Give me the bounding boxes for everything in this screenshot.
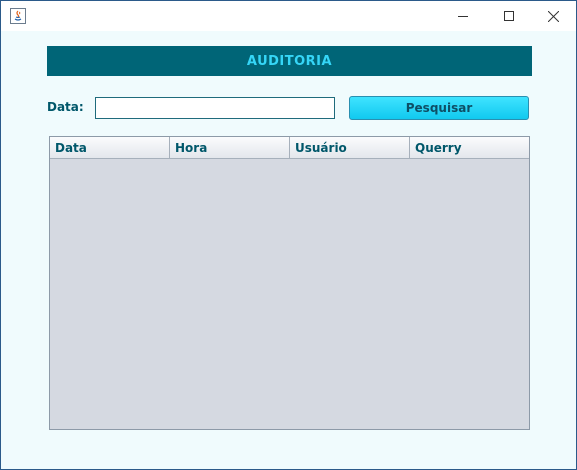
close-button[interactable] xyxy=(530,1,576,31)
header-banner: AUDITORIA xyxy=(47,46,532,76)
search-button[interactable]: Pesquisar xyxy=(349,96,529,120)
minimize-icon xyxy=(458,16,468,17)
column-header-querry[interactable]: Querry xyxy=(410,137,529,159)
close-icon xyxy=(547,10,559,22)
column-header-hora[interactable]: Hora xyxy=(170,137,290,159)
page-title: AUDITORIA xyxy=(246,53,333,69)
content-panel: AUDITORIA Data: Pesquisar Data Hora Usuá… xyxy=(1,31,576,469)
java-app-icon[interactable] xyxy=(10,8,26,24)
column-header-usuario[interactable]: Usuário xyxy=(290,137,410,159)
table-body[interactable] xyxy=(50,159,529,429)
date-label: Data: xyxy=(47,100,84,114)
table-header: Data Hora Usuário Querry xyxy=(50,137,529,159)
maximize-button[interactable] xyxy=(486,1,532,31)
column-header-data[interactable]: Data xyxy=(50,137,170,159)
audit-table: Data Hora Usuário Querry xyxy=(49,136,530,430)
date-input[interactable] xyxy=(95,97,335,119)
minimize-button[interactable] xyxy=(440,1,486,31)
maximize-icon xyxy=(504,11,514,21)
title-bar[interactable] xyxy=(1,1,576,31)
app-window: AUDITORIA Data: Pesquisar Data Hora Usuá… xyxy=(0,0,577,470)
